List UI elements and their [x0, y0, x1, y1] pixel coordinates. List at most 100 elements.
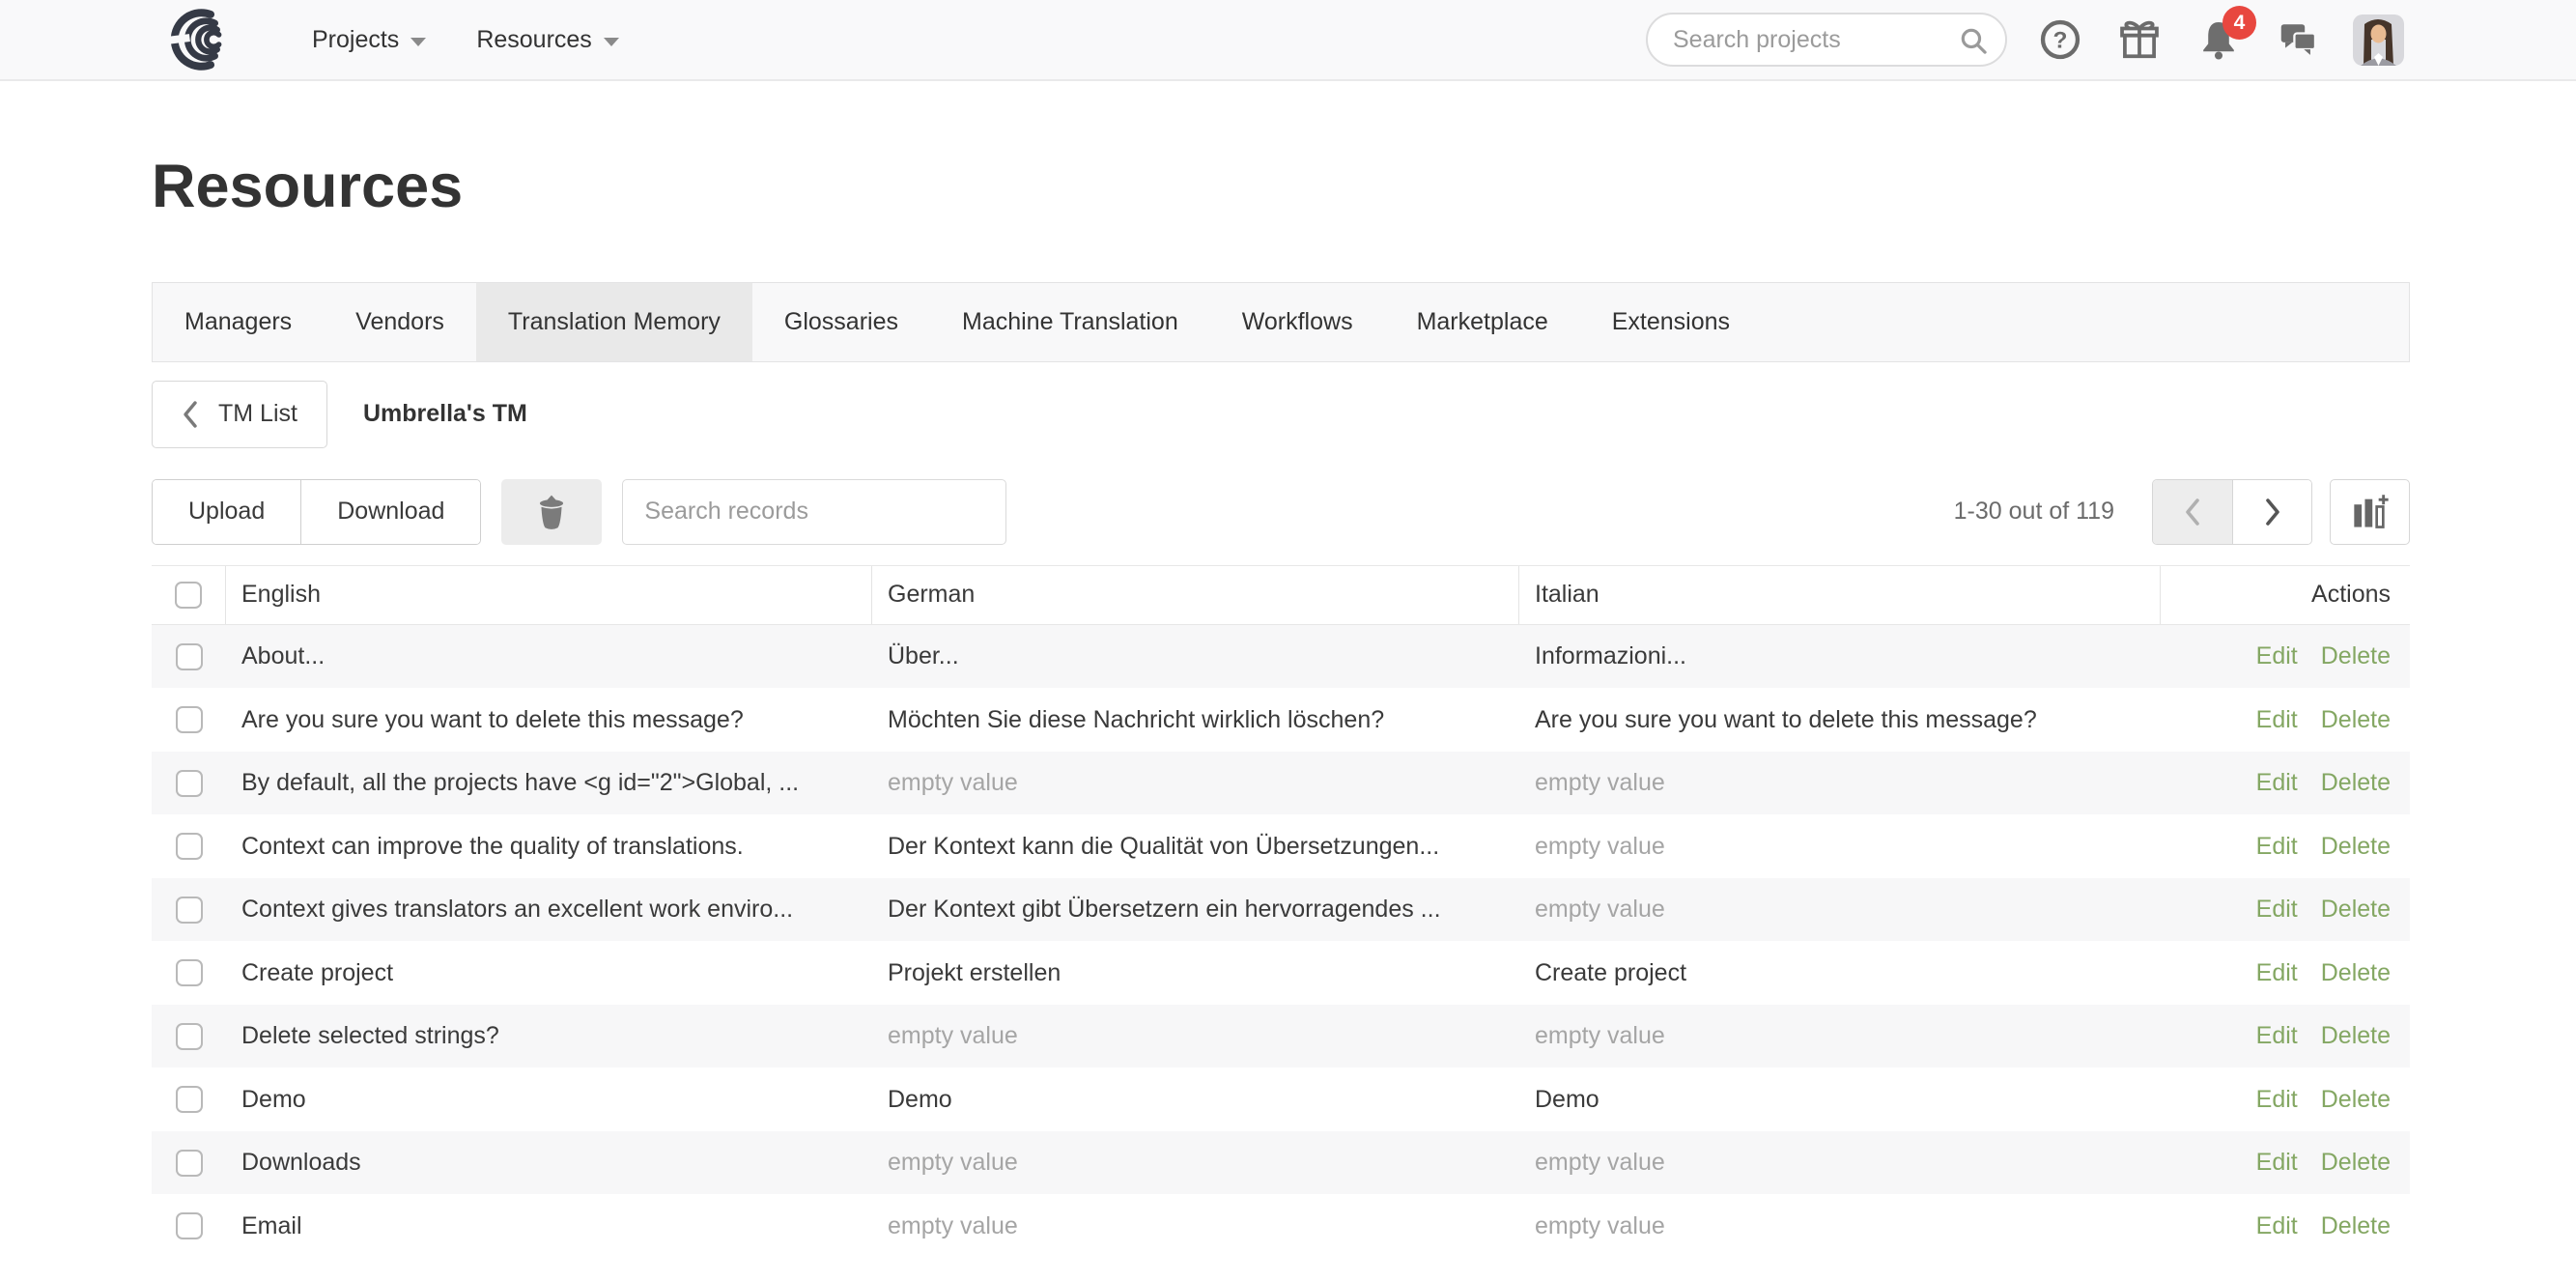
- row-checkbox[interactable]: [176, 1023, 203, 1050]
- edit-link[interactable]: Edit: [2256, 1086, 2298, 1114]
- records-search-input[interactable]: [622, 479, 1006, 545]
- cell-italian: empty value: [1519, 1131, 2161, 1195]
- row-checkbox-cell: [152, 1005, 226, 1068]
- tab-extensions[interactable]: Extensions: [1580, 283, 1762, 361]
- row-checkbox[interactable]: [176, 706, 203, 733]
- tab-managers[interactable]: Managers: [153, 283, 324, 361]
- chevron-right-icon: [2263, 497, 2282, 527]
- tab-vendors[interactable]: Vendors: [324, 283, 476, 361]
- row-actions: Edit Delete: [2161, 688, 2410, 752]
- delete-selected-button[interactable]: [501, 479, 602, 545]
- prev-page-button[interactable]: [2153, 480, 2232, 544]
- row-checkbox[interactable]: [176, 897, 203, 924]
- row-actions: Edit Delete: [2161, 878, 2410, 942]
- help-button[interactable]: ?: [2034, 14, 2086, 66]
- row-checkbox[interactable]: [176, 1086, 203, 1113]
- edit-link[interactable]: Edit: [2256, 1149, 2298, 1177]
- trash-icon: [535, 493, 568, 531]
- delete-link[interactable]: Delete: [2321, 959, 2391, 987]
- row-checkbox[interactable]: [176, 643, 203, 670]
- row-checkbox[interactable]: [176, 1150, 203, 1177]
- tab-machine-translation[interactable]: Machine Translation: [930, 283, 1210, 361]
- edit-link[interactable]: Edit: [2256, 769, 2298, 797]
- cell-german: empty value: [872, 1131, 1519, 1195]
- table-row: About...Über...Informazioni... Edit Delete: [152, 625, 2410, 689]
- table-row: By default, all the projects have <g id=…: [152, 752, 2410, 815]
- tm-records-table: English German Italian Actions About...Ü…: [152, 565, 2410, 1258]
- delete-link[interactable]: Delete: [2321, 642, 2391, 670]
- delete-link[interactable]: Delete: [2321, 706, 2391, 734]
- cell-italian: Demo: [1519, 1068, 2161, 1131]
- user-avatar[interactable]: [2353, 14, 2404, 66]
- row-checkbox-cell: [152, 1068, 226, 1131]
- delete-link[interactable]: Delete: [2321, 833, 2391, 861]
- cell-german: Über...: [872, 625, 1519, 689]
- edit-link[interactable]: Edit: [2256, 896, 2298, 924]
- cell-italian: Informazioni...: [1519, 625, 2161, 689]
- delete-link[interactable]: Delete: [2321, 1022, 2391, 1050]
- edit-link[interactable]: Edit: [2256, 642, 2298, 670]
- tab-marketplace[interactable]: Marketplace: [1385, 283, 1580, 361]
- notifications-button[interactable]: 4: [2193, 14, 2245, 66]
- row-actions: Edit Delete: [2161, 1194, 2410, 1258]
- cell-german: Projekt erstellen: [872, 941, 1519, 1005]
- menu-projects[interactable]: Projects: [287, 0, 451, 80]
- edit-link[interactable]: Edit: [2256, 1022, 2298, 1050]
- row-checkbox[interactable]: [176, 833, 203, 860]
- column-header-german: German: [872, 566, 1519, 624]
- select-all-checkbox[interactable]: [175, 582, 202, 609]
- messages-button[interactable]: [2272, 14, 2324, 66]
- delete-link[interactable]: Delete: [2321, 1086, 2391, 1114]
- cell-english: About...: [226, 625, 872, 689]
- projects-search: [1646, 13, 2007, 67]
- upload-button[interactable]: Upload: [153, 480, 300, 544]
- back-to-tm-list-button[interactable]: TM List: [152, 381, 327, 448]
- cell-english: Delete selected strings?: [226, 1005, 872, 1068]
- delete-link[interactable]: Delete: [2321, 1212, 2391, 1240]
- cell-english: Context can improve the quality of trans…: [226, 814, 872, 878]
- next-page-button[interactable]: [2232, 480, 2311, 544]
- search-input[interactable]: [1673, 26, 1963, 54]
- cell-english: Downloads: [226, 1131, 872, 1195]
- download-button[interactable]: Download: [300, 480, 480, 544]
- gift-button[interactable]: [2113, 14, 2166, 66]
- back-button-label: TM List: [218, 400, 297, 428]
- table-row: Downloadsempty valueempty valueEditDelet…: [152, 1131, 2410, 1195]
- cell-german: Der Kontext gibt Übersetzern ein hervorr…: [872, 878, 1519, 942]
- cell-english: Create project: [226, 941, 872, 1005]
- chevron-down-icon: [604, 38, 619, 46]
- row-checkbox[interactable]: [176, 770, 203, 797]
- svg-text:?: ?: [2053, 28, 2068, 54]
- delete-link[interactable]: Delete: [2321, 1149, 2391, 1177]
- gift-icon: [2117, 17, 2162, 62]
- table-row: Are you sure you want to delete this mes…: [152, 688, 2410, 752]
- tab-translation-memory[interactable]: Translation Memory: [476, 283, 752, 361]
- chat-icon: [2276, 17, 2320, 62]
- table-row: Context can improve the quality of trans…: [152, 814, 2410, 878]
- tab-glossaries[interactable]: Glossaries: [752, 283, 930, 361]
- cell-italian: Are you sure you want to delete this mes…: [1519, 688, 2161, 752]
- cell-english: Email: [226, 1194, 872, 1258]
- app-logo-icon[interactable]: [157, 7, 246, 72]
- cell-english: Context gives translators an excellent w…: [226, 878, 872, 942]
- delete-link[interactable]: Delete: [2321, 896, 2391, 924]
- menu-resources[interactable]: Resources: [451, 0, 644, 80]
- cell-italian: empty value: [1519, 814, 2161, 878]
- edit-link[interactable]: Edit: [2256, 959, 2298, 987]
- tab-workflows[interactable]: Workflows: [1210, 283, 1385, 361]
- cell-italian: empty value: [1519, 752, 2161, 815]
- column-settings-button[interactable]: [2330, 479, 2410, 545]
- delete-link[interactable]: Delete: [2321, 769, 2391, 797]
- row-actions: Edit Delete: [2161, 1131, 2410, 1195]
- table-row: DemoDemoDemoEditDelete: [152, 1068, 2410, 1131]
- edit-link[interactable]: Edit: [2256, 1212, 2298, 1240]
- search-icon[interactable]: [1959, 26, 1990, 57]
- row-checkbox[interactable]: [176, 959, 203, 986]
- resources-tabs: ManagersVendorsTranslation MemoryGlossar…: [152, 282, 2410, 362]
- edit-link[interactable]: Edit: [2256, 833, 2298, 861]
- pagination-range: 1-30 out of 119: [1954, 498, 2114, 526]
- row-checkbox[interactable]: [176, 1212, 203, 1239]
- row-checkbox-cell: [152, 688, 226, 752]
- edit-link[interactable]: Edit: [2256, 706, 2298, 734]
- menu-projects-label: Projects: [312, 26, 399, 54]
